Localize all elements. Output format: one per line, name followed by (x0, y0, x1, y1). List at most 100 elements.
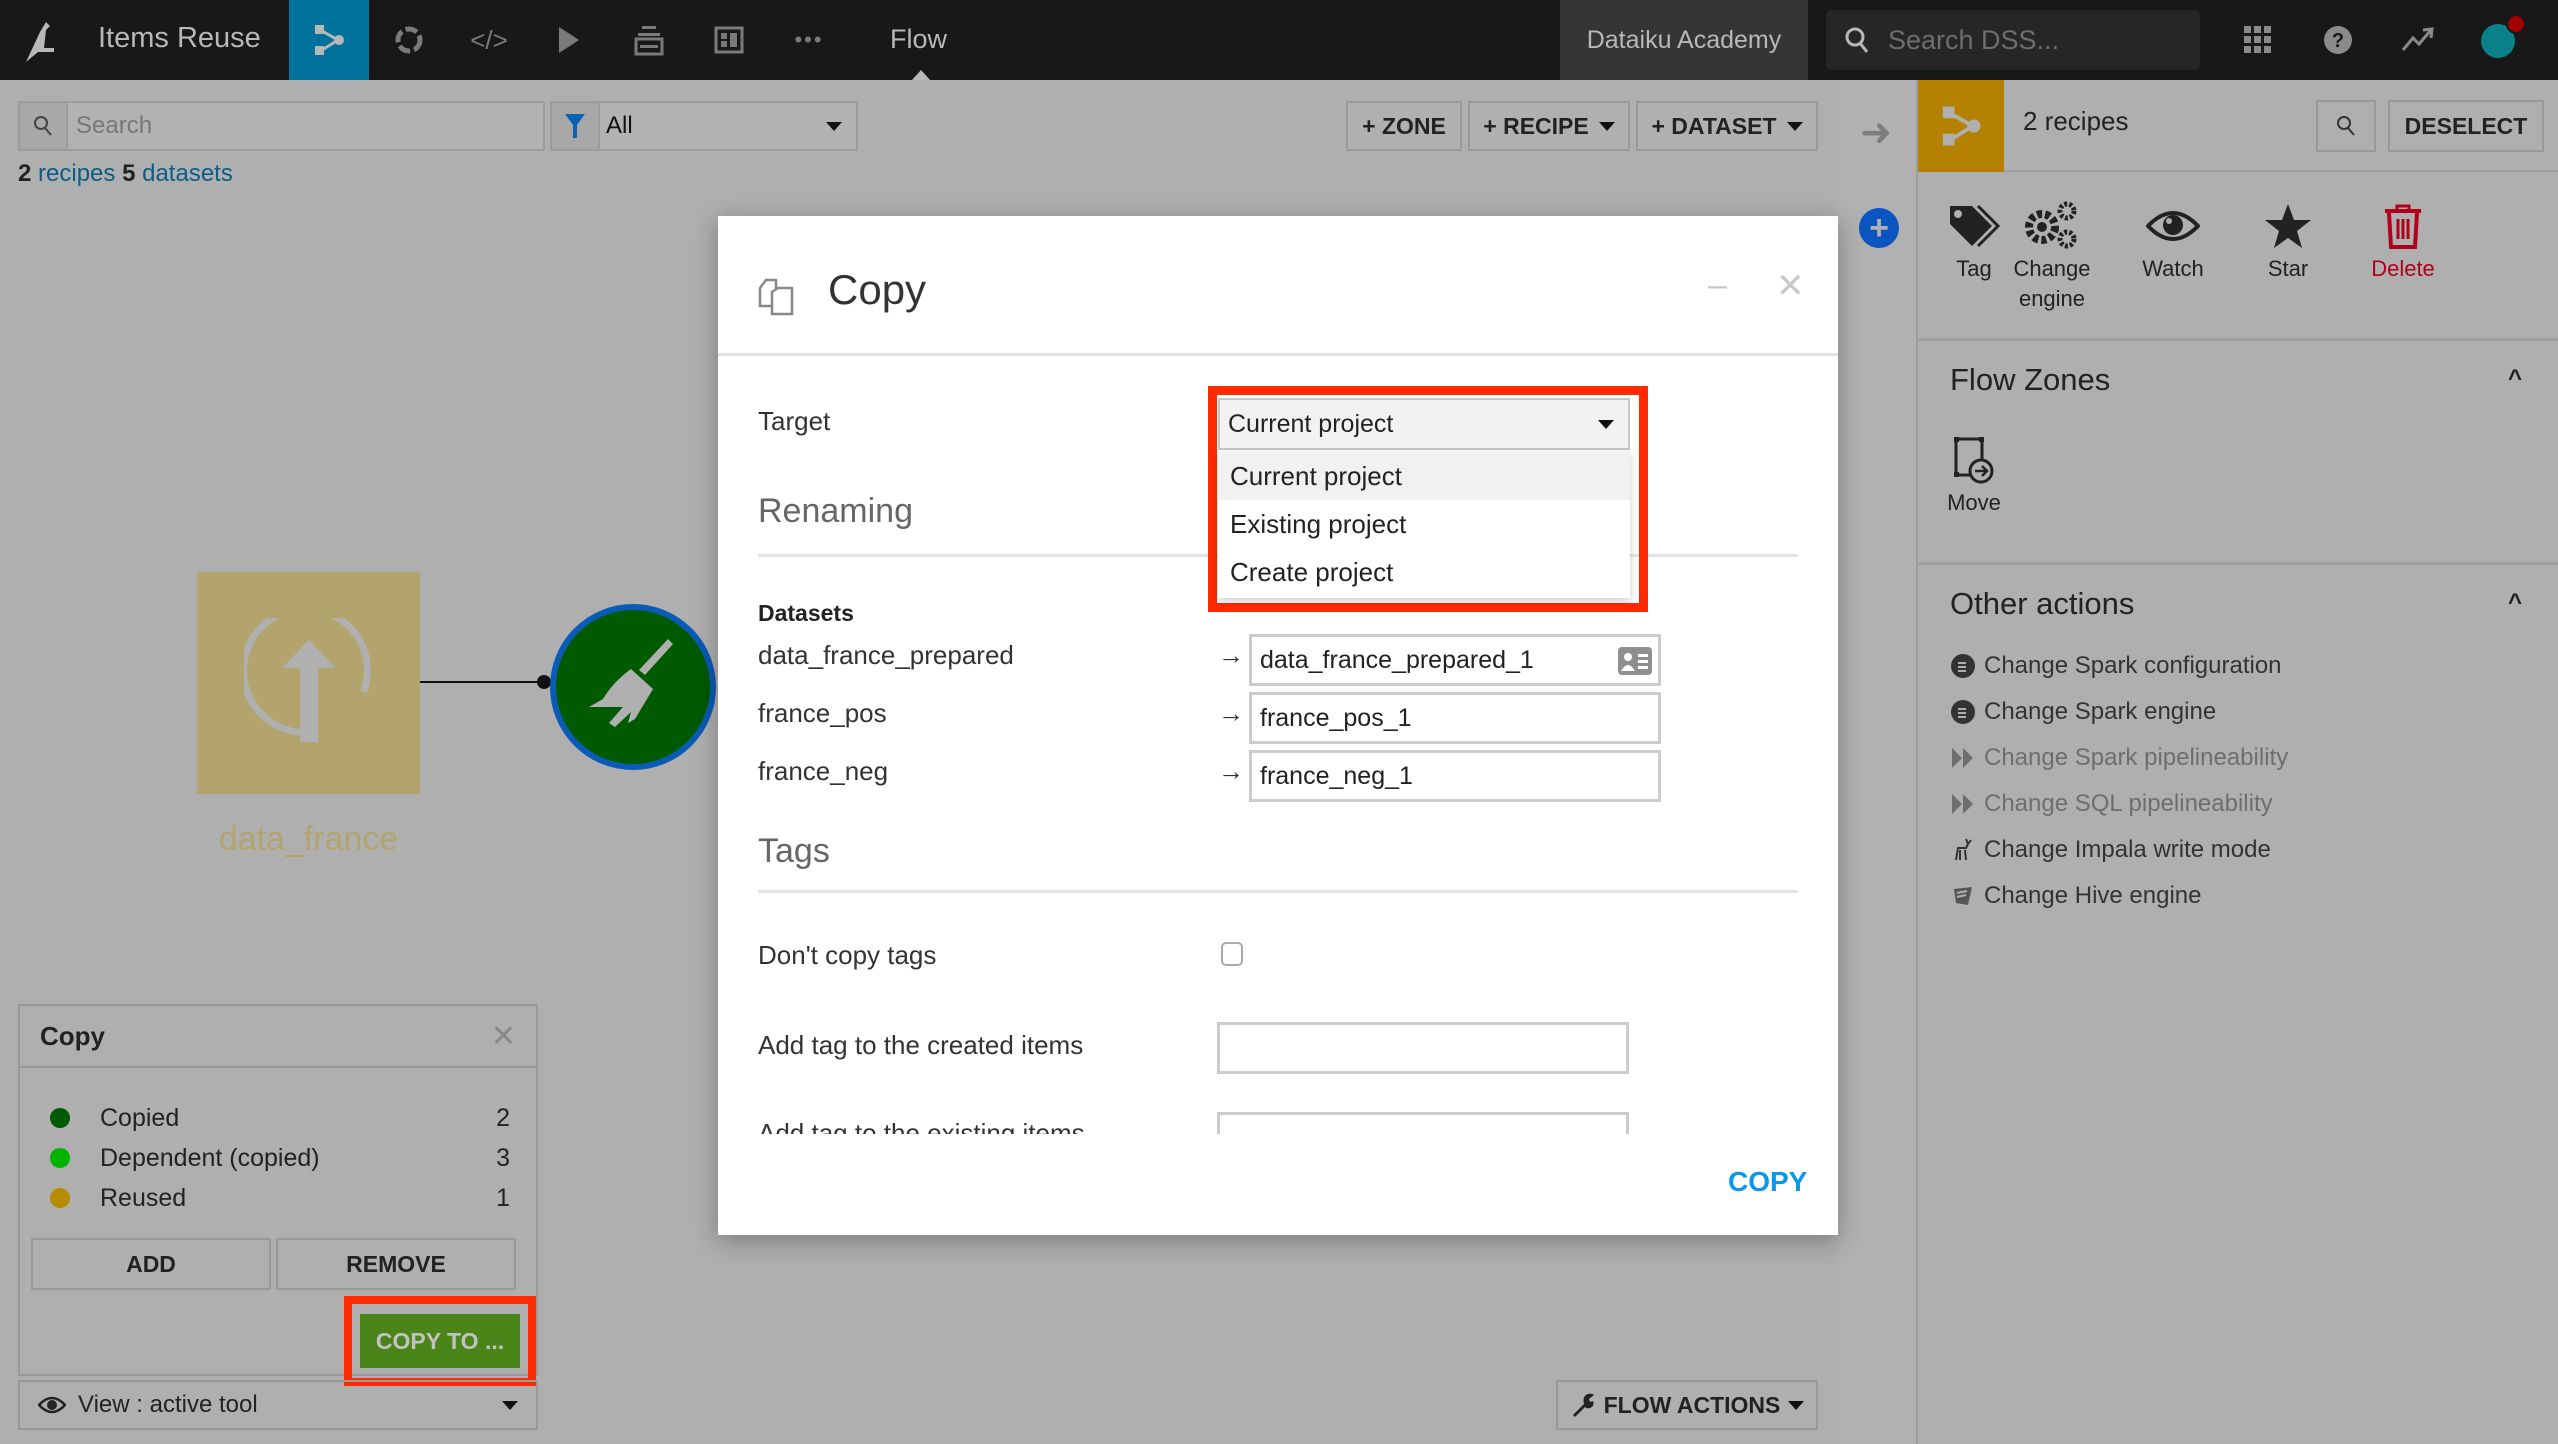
add-button[interactable]: ADD (31, 1238, 271, 1290)
change-sql-pipelineability-action[interactable]: Change SQL pipelineability (1950, 790, 2273, 818)
prepare-recipe-node[interactable] (550, 604, 716, 770)
activity-icon[interactable] (2398, 20, 2438, 60)
broom-icon (589, 639, 673, 727)
dataset-node[interactable] (197, 572, 420, 794)
dependent-dot-icon (50, 1148, 70, 1168)
nav-tab-flow[interactable] (289, 0, 369, 80)
copy-button[interactable]: COPY (1728, 1166, 1807, 1198)
instance-name[interactable]: Dataiku Academy (1560, 0, 1808, 80)
chevron-down-icon (1788, 1400, 1805, 1410)
reused-dot-icon (50, 1188, 70, 1208)
target-option-current-project[interactable]: Current project (1218, 452, 1630, 500)
hive-icon (1950, 885, 1976, 907)
flow-edge (420, 681, 544, 683)
rename-target-input[interactable]: france_pos_1 (1249, 692, 1661, 744)
search-icon (1845, 27, 1869, 53)
chevron-up-icon[interactable]: ^ (2508, 365, 2522, 393)
global-search-input[interactable]: Search DSS... (1826, 10, 2200, 70)
remove-button[interactable]: REMOVE (276, 1238, 516, 1290)
add-zone-button[interactable]: + ZONE (1346, 101, 1462, 151)
section-divider (1918, 562, 2558, 565)
watch-action[interactable]: Watch (2118, 198, 2228, 284)
star-icon (2265, 204, 2311, 248)
legend-count: 1 (496, 1183, 510, 1212)
help-icon[interactable]: ? (2318, 20, 2358, 60)
filter-icon (552, 103, 600, 149)
project-title[interactable]: Items Reuse (98, 22, 261, 55)
eye-icon (2146, 211, 2200, 241)
flow-icon (315, 25, 344, 55)
datasets-link[interactable]: datasets (142, 160, 233, 187)
add-dataset-button[interactable]: + DATASET (1636, 101, 1818, 151)
right-details-panel: 2 recipes DESELECT Tag Change engine Wat… (1918, 80, 2558, 1444)
legend-item-reused: Reused 1 (50, 1178, 510, 1218)
flow-filter-select[interactable]: All (550, 101, 858, 151)
jobs-icon (559, 27, 579, 53)
target-option-existing-project[interactable]: Existing project (1218, 500, 1630, 548)
add-tag-created-input[interactable] (1217, 1022, 1629, 1074)
chevron-down-icon (1598, 419, 1614, 429)
dataiku-logo-icon[interactable] (18, 18, 64, 64)
legend-item-dependent: Dependent (copied) 3 (50, 1138, 510, 1178)
close-icon[interactable]: ✕ (491, 1019, 516, 1054)
current-section-label: Flow (890, 24, 948, 54)
nav-tab-dashboards[interactable] (689, 0, 769, 80)
close-icon[interactable]: ✕ (1776, 266, 1805, 306)
delete-action[interactable]: Delete (2348, 198, 2458, 284)
legend-label: Dependent (copied) (100, 1143, 320, 1172)
flow-search-input[interactable]: Search (18, 101, 545, 151)
target-dropdown-menu: Current project Existing project Create … (1218, 452, 1630, 598)
change-spark-pipelineability-action[interactable]: Change Spark pipelineability (1950, 744, 2288, 772)
search-icon (2337, 116, 2355, 136)
apps-grid-icon[interactable] (2238, 20, 2278, 60)
datasets-count: 5 (122, 160, 136, 187)
change-engine-action[interactable]: Change engine (1992, 198, 2112, 313)
rename-arrow-icon: → (1218, 756, 1244, 786)
modal-title: Copy (828, 266, 927, 313)
other-actions-title[interactable]: Other actions (1950, 586, 2134, 622)
change-spark-engine-action[interactable]: Change Spark engine (1950, 698, 2216, 726)
change-hive-engine-action[interactable]: Change Hive engine (1950, 882, 2202, 910)
legend-item-copied: Copied 2 (50, 1098, 510, 1138)
target-select[interactable]: Current project (1218, 398, 1630, 450)
rename-target-input[interactable]: france_neg_1 (1249, 750, 1661, 802)
add-recipe-button[interactable]: + RECIPE (1468, 101, 1630, 151)
nav-tab-datasets[interactable] (609, 0, 689, 80)
move-zone-icon (1954, 437, 1994, 484)
star-action[interactable]: Star (2233, 198, 2343, 284)
flow-zones-title[interactable]: Flow Zones (1950, 362, 2110, 398)
section-divider (1918, 338, 2558, 341)
more-icon: ••• (794, 27, 824, 52)
change-spark-config-action[interactable]: Change Spark configuration (1950, 652, 2282, 680)
copy-tool-panel: Copy ✕ Copied 2 Dependent (copied) 3 Reu… (18, 1004, 538, 1386)
recipes-link[interactable]: recipes (38, 160, 115, 187)
copy-to-button[interactable]: COPY TO ... (360, 1314, 520, 1368)
analysis-icon (395, 26, 423, 54)
deselect-button[interactable]: DESELECT (2388, 100, 2544, 152)
add-button-label: ADD (126, 1250, 176, 1277)
right-panel-tabs: ➜ + (1838, 80, 1918, 1444)
dont-copy-tags-checkbox[interactable] (1221, 942, 1243, 966)
dashboard-icon (714, 26, 744, 54)
selection-search-button[interactable] (2316, 100, 2376, 152)
nav-tab-code[interactable]: </> (449, 0, 529, 80)
add-tag-created-label: Add tag to the created items (758, 1030, 1084, 1060)
svg-text:?: ? (2332, 30, 2344, 52)
collapse-arrow-icon[interactable]: ➜ (1860, 110, 1892, 155)
rename-target-input[interactable]: data_france_prepared_1 (1249, 634, 1661, 686)
move-zone-action[interactable]: Move (1919, 432, 2029, 518)
chevron-up-icon[interactable]: ^ (2508, 589, 2522, 617)
view-select[interactable]: View : active tool (18, 1380, 538, 1430)
nav-tab-jobs[interactable] (529, 0, 609, 80)
recipes-selection-icon (1918, 80, 2004, 172)
change-impala-write-mode-action[interactable]: Change Impala write mode (1950, 836, 2271, 864)
dont-copy-tags-label: Don't copy tags (758, 940, 937, 970)
minimize-icon[interactable]: – (1708, 266, 1727, 305)
target-option-create-project[interactable]: Create project (1218, 548, 1630, 596)
copy-modal: Copy – ✕ Target Renaming Datasets data_f… (718, 216, 1838, 1235)
nav-tab-analysis[interactable] (369, 0, 449, 80)
contact-card-icon[interactable] (1618, 647, 1652, 682)
add-circle-icon[interactable]: + (1859, 208, 1899, 248)
nav-tab-more[interactable]: ••• (769, 0, 849, 80)
flow-actions-button[interactable]: FLOW ACTIONS (1556, 1380, 1818, 1430)
